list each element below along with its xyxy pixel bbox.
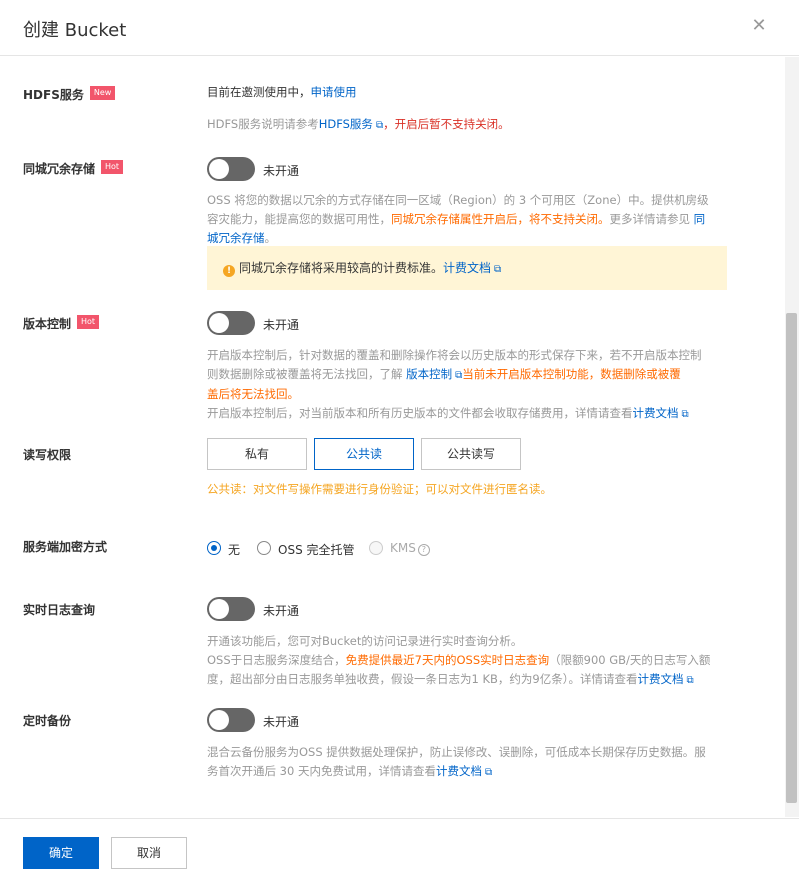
log-desc-line3: 度，超出部分由日志服务单独收费，假设一条日志为1 KB，约为9亿条）。详情请查看… xyxy=(207,670,767,690)
backup-desc-line2: 务首次开通后 30 天内免费试用，详情请查看计费文档 ⧉ xyxy=(207,762,777,782)
hdfs-label: HDFS服务 New xyxy=(23,86,116,103)
apply-link[interactable]: 申请使用 xyxy=(311,85,357,99)
switch-knob xyxy=(209,599,229,619)
warning-icon: ! xyxy=(223,265,235,277)
log-label: 实时日志查询 xyxy=(23,603,96,617)
redundancy-switch[interactable] xyxy=(207,157,255,181)
external-link-icon[interactable]: ⧉ xyxy=(494,264,501,275)
redundancy-switch-label: 未开通 xyxy=(263,164,300,178)
redundancy-desc-line2: 容灾能力，能提高您的数据可用性，同城冗余存储属性开启后，将不支持关闭。更多详情请… xyxy=(207,210,767,229)
redundancy-label: 同城冗余存储 Hot xyxy=(23,160,124,177)
dialog-title: 创建 Bucket xyxy=(23,20,127,41)
hdfs-note-text: HDFS服务说明请参考 xyxy=(207,117,319,131)
versioning-desc-line2: 则数据删除或被覆盖将无法找回，了解 版本控制 ⧉当前未开启版本控制功能，数据删除或… xyxy=(207,365,767,385)
acl-hint: 公共读：对文件写操作需要进行身份验证；可以对文件进行匿名读。 xyxy=(207,482,552,496)
help-icon[interactable]: ? xyxy=(417,544,430,556)
redundancy-doc-link-part2[interactable]: 城冗余存储 xyxy=(207,231,265,245)
versioning-desc-line2-text: 则数据删除或被覆盖将无法找回，了解 xyxy=(207,367,403,381)
versioning-orange-text-cont: 盖后将无法找回。 xyxy=(207,387,299,401)
hot-badge: Hot xyxy=(101,160,124,174)
redundancy-desc-line2-text: 容灾能力，能提高您的数据可用性， xyxy=(207,212,391,226)
encryption-radio-oss-label[interactable]: OSS 完全托管 xyxy=(278,541,355,558)
redundancy-desc-line1: OSS 将您的数据以冗余的方式存储在同一区域（Region）的 3 个可用区（Z… xyxy=(207,193,709,207)
backup-switch-label: 未开通 xyxy=(263,715,300,729)
backup-desc-line1: 混合云备份服务为OSS 提供数据处理保护，防止误修改、误删除，可低成本长期保存历… xyxy=(207,745,706,759)
confirm-button[interactable]: 确定 xyxy=(23,837,99,869)
log-quota-text: （限额900 GB/天的日志写入额 xyxy=(549,653,711,667)
versioning-doc-link[interactable]: 版本控制 xyxy=(406,367,452,381)
log-switch-label: 未开通 xyxy=(263,604,300,618)
backup-desc: 混合云备份服务为OSS 提供数据处理保护，防止误修改、误删除，可低成本长期保存历… xyxy=(207,743,777,782)
redundancy-orange-text: 同城冗余存储属性开启后，将不支持关闭。 xyxy=(391,212,610,226)
hdfs-label-text: HDFS服务 xyxy=(23,88,84,102)
external-link-icon[interactable]: ⧉ xyxy=(376,120,383,131)
warning-text: 同城冗余存储将采用较高的计费标准。 xyxy=(239,261,444,275)
billing-doc-link[interactable]: 计费文档 xyxy=(443,261,491,275)
hdfs-warning-text: ，开启后暂不支持关闭。 xyxy=(383,117,510,131)
switch-knob xyxy=(209,710,229,730)
dialog-header: 创建 Bucket ✕ xyxy=(0,0,799,56)
versioning-switch[interactable] xyxy=(207,311,255,335)
versioning-orange-text: 当前未开启版本控制功能，数据删除或被覆 xyxy=(462,367,681,381)
billing-doc-link[interactable]: 计费文档 xyxy=(637,672,683,686)
hdfs-line1: 目前在邀测使用中，申请使用 xyxy=(207,83,357,102)
external-link-icon[interactable]: ⧉ xyxy=(485,767,492,778)
billing-doc-link[interactable]: 计费文档 xyxy=(436,764,482,778)
backup-label: 定时备份 xyxy=(23,714,72,728)
versioning-desc-line1: 开启版本控制后，针对数据的覆盖和删除操作将会以历史版本的形式保存下来，若不开启版… xyxy=(207,348,702,362)
new-badge: New xyxy=(89,86,116,100)
versioning-desc: 开启版本控制后，针对数据的覆盖和删除操作将会以历史版本的形式保存下来，若不开启版… xyxy=(207,346,767,424)
versioning-label-text: 版本控制 xyxy=(23,317,72,331)
backup-switch[interactable] xyxy=(207,708,255,732)
log-billing-text: 度，超出部分由日志服务单独收费，假设一条日志为1 KB，约为9亿条）。详情请查看 xyxy=(207,672,638,686)
redundancy-desc: OSS 将您的数据以冗余的方式存储在同一区域（Region）的 3 个可用区（Z… xyxy=(207,191,767,248)
log-orange-text: 免费提供最近7天内的OSS实时日志查询 xyxy=(345,653,550,667)
versioning-switch-label: 未开通 xyxy=(263,318,300,332)
redundancy-more-text: 更多详情请参见 xyxy=(609,212,691,226)
backup-billing-text: 务首次开通后 30 天内免费试用，详情请查看 xyxy=(207,764,436,778)
external-link-icon[interactable]: ⧉ xyxy=(686,675,693,686)
log-desc-line2: OSS于日志服务深度结合，免费提供最近7天内的OSS实时日志查询（限额900 G… xyxy=(207,651,767,670)
cancel-button[interactable]: 取消 xyxy=(111,837,187,869)
switch-knob xyxy=(209,159,229,179)
encryption-radio-none-label[interactable]: 无 xyxy=(228,541,240,558)
log-desc-line1: 开通该功能后，您可对Bucket的访问记录进行实时查询分析。 xyxy=(207,634,523,648)
redundancy-warning-box: ! 同城冗余存储将采用较高的计费标准。计费文档 ⧉ xyxy=(207,246,727,290)
log-desc-line2-text: OSS于日志服务深度结合， xyxy=(207,653,346,667)
scrollbar-thumb[interactable] xyxy=(786,313,797,803)
encryption-radio-oss[interactable] xyxy=(257,541,271,555)
log-desc: 开通该功能后，您可对Bucket的访问记录进行实时查询分析。 OSS于日志服务深… xyxy=(207,632,767,690)
acl-option-public-read-write[interactable]: 公共读写 xyxy=(421,438,521,470)
hot-badge: Hot xyxy=(77,315,100,329)
hdfs-status-text: 目前在邀测使用中， xyxy=(207,85,311,99)
hdfs-line2: HDFS服务说明请参考HDFS服务 ⧉，开启后暂不支持关闭。 xyxy=(207,115,510,135)
close-icon[interactable]: ✕ xyxy=(749,15,769,37)
encryption-radio-kms xyxy=(369,541,383,555)
billing-doc-link[interactable]: 计费文档 xyxy=(633,406,679,420)
versioning-billing-text: 开启版本控制后，对当前版本和所有历史版本的文件都会收取存储费用，详情请查看 xyxy=(207,406,633,420)
hdfs-doc-link[interactable]: HDFS服务 xyxy=(319,117,373,131)
acl-option-private[interactable]: 私有 xyxy=(207,438,307,470)
acl-option-public-read[interactable]: 公共读 xyxy=(314,438,414,470)
log-switch[interactable] xyxy=(207,597,255,621)
encryption-radio-none[interactable] xyxy=(207,541,221,555)
redundancy-doc-link-part1[interactable]: 同 xyxy=(694,212,706,226)
acl-label: 读写权限 xyxy=(23,448,72,462)
encryption-radio-kms-label: KMS? xyxy=(390,541,430,556)
encryption-label: 服务端加密方式 xyxy=(23,540,108,554)
versioning-desc-line4: 开启版本控制后，对当前版本和所有历史版本的文件都会收取存储费用，详情请查看计费文… xyxy=(207,404,767,424)
redundancy-label-text: 同城冗余存储 xyxy=(23,162,96,176)
versioning-label: 版本控制 Hot xyxy=(23,315,100,332)
external-link-icon[interactable]: ⧉ xyxy=(682,409,689,420)
kms-label-text: KMS xyxy=(390,541,416,555)
switch-knob xyxy=(209,313,229,333)
redundancy-period: 。 xyxy=(264,231,277,245)
